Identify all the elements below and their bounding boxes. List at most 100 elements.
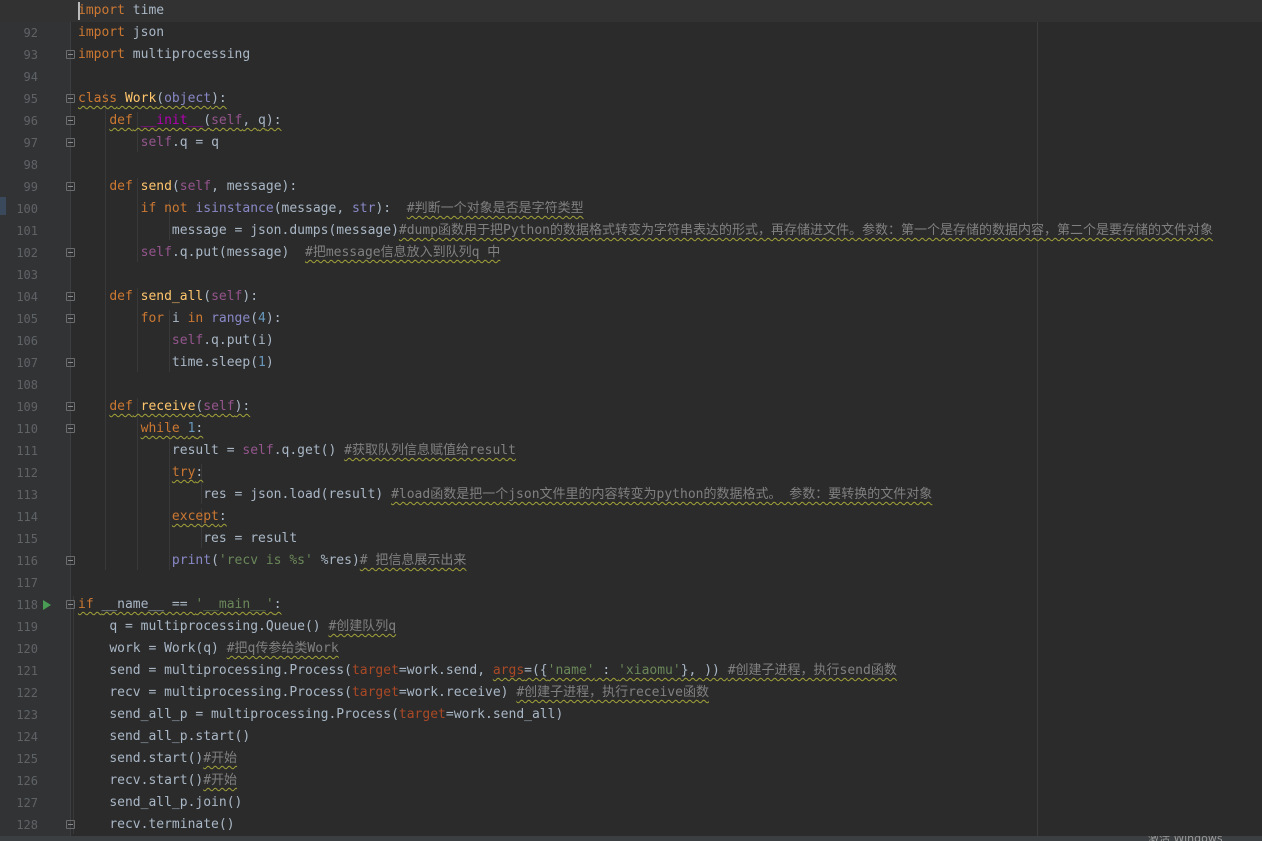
code-line[interactable]: work = Work(q) #把q传参给类Work: [0, 638, 1262, 660]
code-line[interactable]: except:: [0, 506, 1262, 528]
code-token: :: [594, 663, 619, 678]
code-token: def: [109, 399, 133, 414]
code-token: i: [171, 311, 188, 326]
code-comment: #创建子进程，执行send函数: [727, 663, 897, 678]
code-text: recv.terminate(): [78, 814, 235, 836]
code-line[interactable]: time.sleep(1): [0, 352, 1262, 374]
code-token: ):: [265, 113, 282, 128]
code-line[interactable]: q = multiprocessing.Queue() #创建队列q: [0, 616, 1262, 638]
code-line[interactable]: [0, 264, 1262, 286]
code-token: self: [211, 289, 243, 304]
code-text: result = self.q.get() #获取队列信息赋值给result: [78, 440, 516, 462]
code-line[interactable]: import multiprocessing: [0, 44, 1262, 66]
code-line[interactable]: message = json.dumps(message)#dump函数用于把P…: [0, 220, 1262, 242]
code-line[interactable]: [0, 66, 1262, 88]
code-line[interactable]: try:: [0, 462, 1262, 484]
code-line[interactable]: recv.start()#开始: [0, 770, 1262, 792]
code-token: (: [211, 553, 219, 568]
code-token: args: [492, 663, 525, 678]
code-line[interactable]: import time: [0, 0, 1262, 22]
code-comment: #load函数是把一个json文件里的内容转变为python的数据格式。 参数：…: [391, 487, 933, 502]
code-editor[interactable]: 9192939495969798991001011021031041051061…: [0, 0, 1262, 836]
code-token: send_all_p = multiprocessing.Process(: [109, 707, 399, 722]
code-token: =work.receive): [398, 685, 517, 700]
code-line[interactable]: def send(self, message):: [0, 176, 1262, 198]
code-line[interactable]: res = json.load(result) #load函数是把一个json文…: [0, 484, 1262, 506]
code-text: time.sleep(1): [78, 352, 274, 374]
code-comment: #开始: [203, 773, 238, 788]
code-token: range: [211, 311, 251, 326]
code-text: send_all_p.start(): [78, 726, 250, 748]
code-comment: #判断一个对象是否是字符类型: [406, 201, 584, 216]
code-text: while 1:: [78, 418, 204, 440]
code-line[interactable]: self.q = q: [0, 132, 1262, 154]
code-token: (: [156, 91, 165, 106]
code-text: def send_all(self):: [78, 286, 258, 308]
code-token: time: [124, 3, 165, 18]
code-line[interactable]: while 1:: [0, 418, 1262, 440]
code-token: (: [171, 179, 180, 194]
code-line[interactable]: result = self.q.get() #获取队列信息赋值给result: [0, 440, 1262, 462]
code-text: print('recv is %s' %res)# 把信息展示出来: [78, 550, 467, 572]
code-line[interactable]: send_all_p.join(): [0, 792, 1262, 814]
code-text: work = Work(q) #把q传参给类Work: [78, 638, 338, 660]
code-line[interactable]: self.q.put(i): [0, 330, 1262, 352]
code-token: def: [109, 113, 133, 128]
code-token: .q.get(): [273, 443, 345, 458]
code-comment: #获取队列信息赋值给result: [344, 443, 516, 458]
code-line[interactable]: recv = multiprocessing.Process(target=wo…: [0, 682, 1262, 704]
code-token: target: [351, 685, 399, 700]
code-token: self: [179, 179, 212, 194]
code-line[interactable]: if not isinstance(message, str): #判断一个对象…: [0, 198, 1262, 220]
code-line[interactable]: [0, 374, 1262, 396]
code-line[interactable]: for i in range(4):: [0, 308, 1262, 330]
code-token: send_all_p.join(): [109, 795, 243, 810]
code-text: if __name__ == '__main__':: [78, 594, 282, 616]
code-line[interactable]: recv.terminate(): [0, 814, 1262, 836]
code-line[interactable]: import json: [0, 22, 1262, 44]
code-token: if not: [140, 201, 196, 216]
code-token: ):: [234, 399, 251, 414]
code-line[interactable]: res = result: [0, 528, 1262, 550]
code-line[interactable]: print('recv is %s' %res)# 把信息展示出来: [0, 550, 1262, 572]
code-token: ,: [242, 113, 259, 128]
code-token: target: [351, 663, 399, 678]
code-text: if not isinstance(message, str): #判断一个对象…: [78, 198, 584, 220]
code-token: except: [171, 509, 219, 524]
code-line[interactable]: class Work(object):: [0, 88, 1262, 110]
code-line[interactable]: send = multiprocessing.Process(target=wo…: [0, 660, 1262, 682]
code-token: send = multiprocessing.Process(: [109, 663, 352, 678]
code-line[interactable]: [0, 572, 1262, 594]
code-line[interactable]: def __init__(self, q):: [0, 110, 1262, 132]
code-line[interactable]: send_all_p.start(): [0, 726, 1262, 748]
code-token: import: [78, 47, 125, 62]
code-text: send = multiprocessing.Process(target=wo…: [78, 660, 897, 682]
code-text: try:: [78, 462, 203, 484]
code-token: self: [140, 135, 172, 150]
code-line[interactable]: [0, 154, 1262, 176]
code-line[interactable]: def send_all(self):: [0, 286, 1262, 308]
code-token: (: [250, 311, 259, 326]
code-line[interactable]: send_all_p = multiprocessing.Process(tar…: [0, 704, 1262, 726]
code-line[interactable]: def receive(self):: [0, 396, 1262, 418]
code-token: 1: [258, 355, 266, 370]
code-text: for i in range(4):: [78, 308, 282, 330]
code-line[interactable]: self.q.put(message) #把message信息放入到队列q 中: [0, 242, 1262, 264]
code-line[interactable]: send.start()#开始: [0, 748, 1262, 770]
code-line[interactable]: if __name__ == '__main__':: [0, 594, 1262, 616]
code-token: if: [78, 597, 102, 612]
code-token: recv.terminate(): [109, 817, 235, 832]
code-token: while: [140, 421, 188, 436]
